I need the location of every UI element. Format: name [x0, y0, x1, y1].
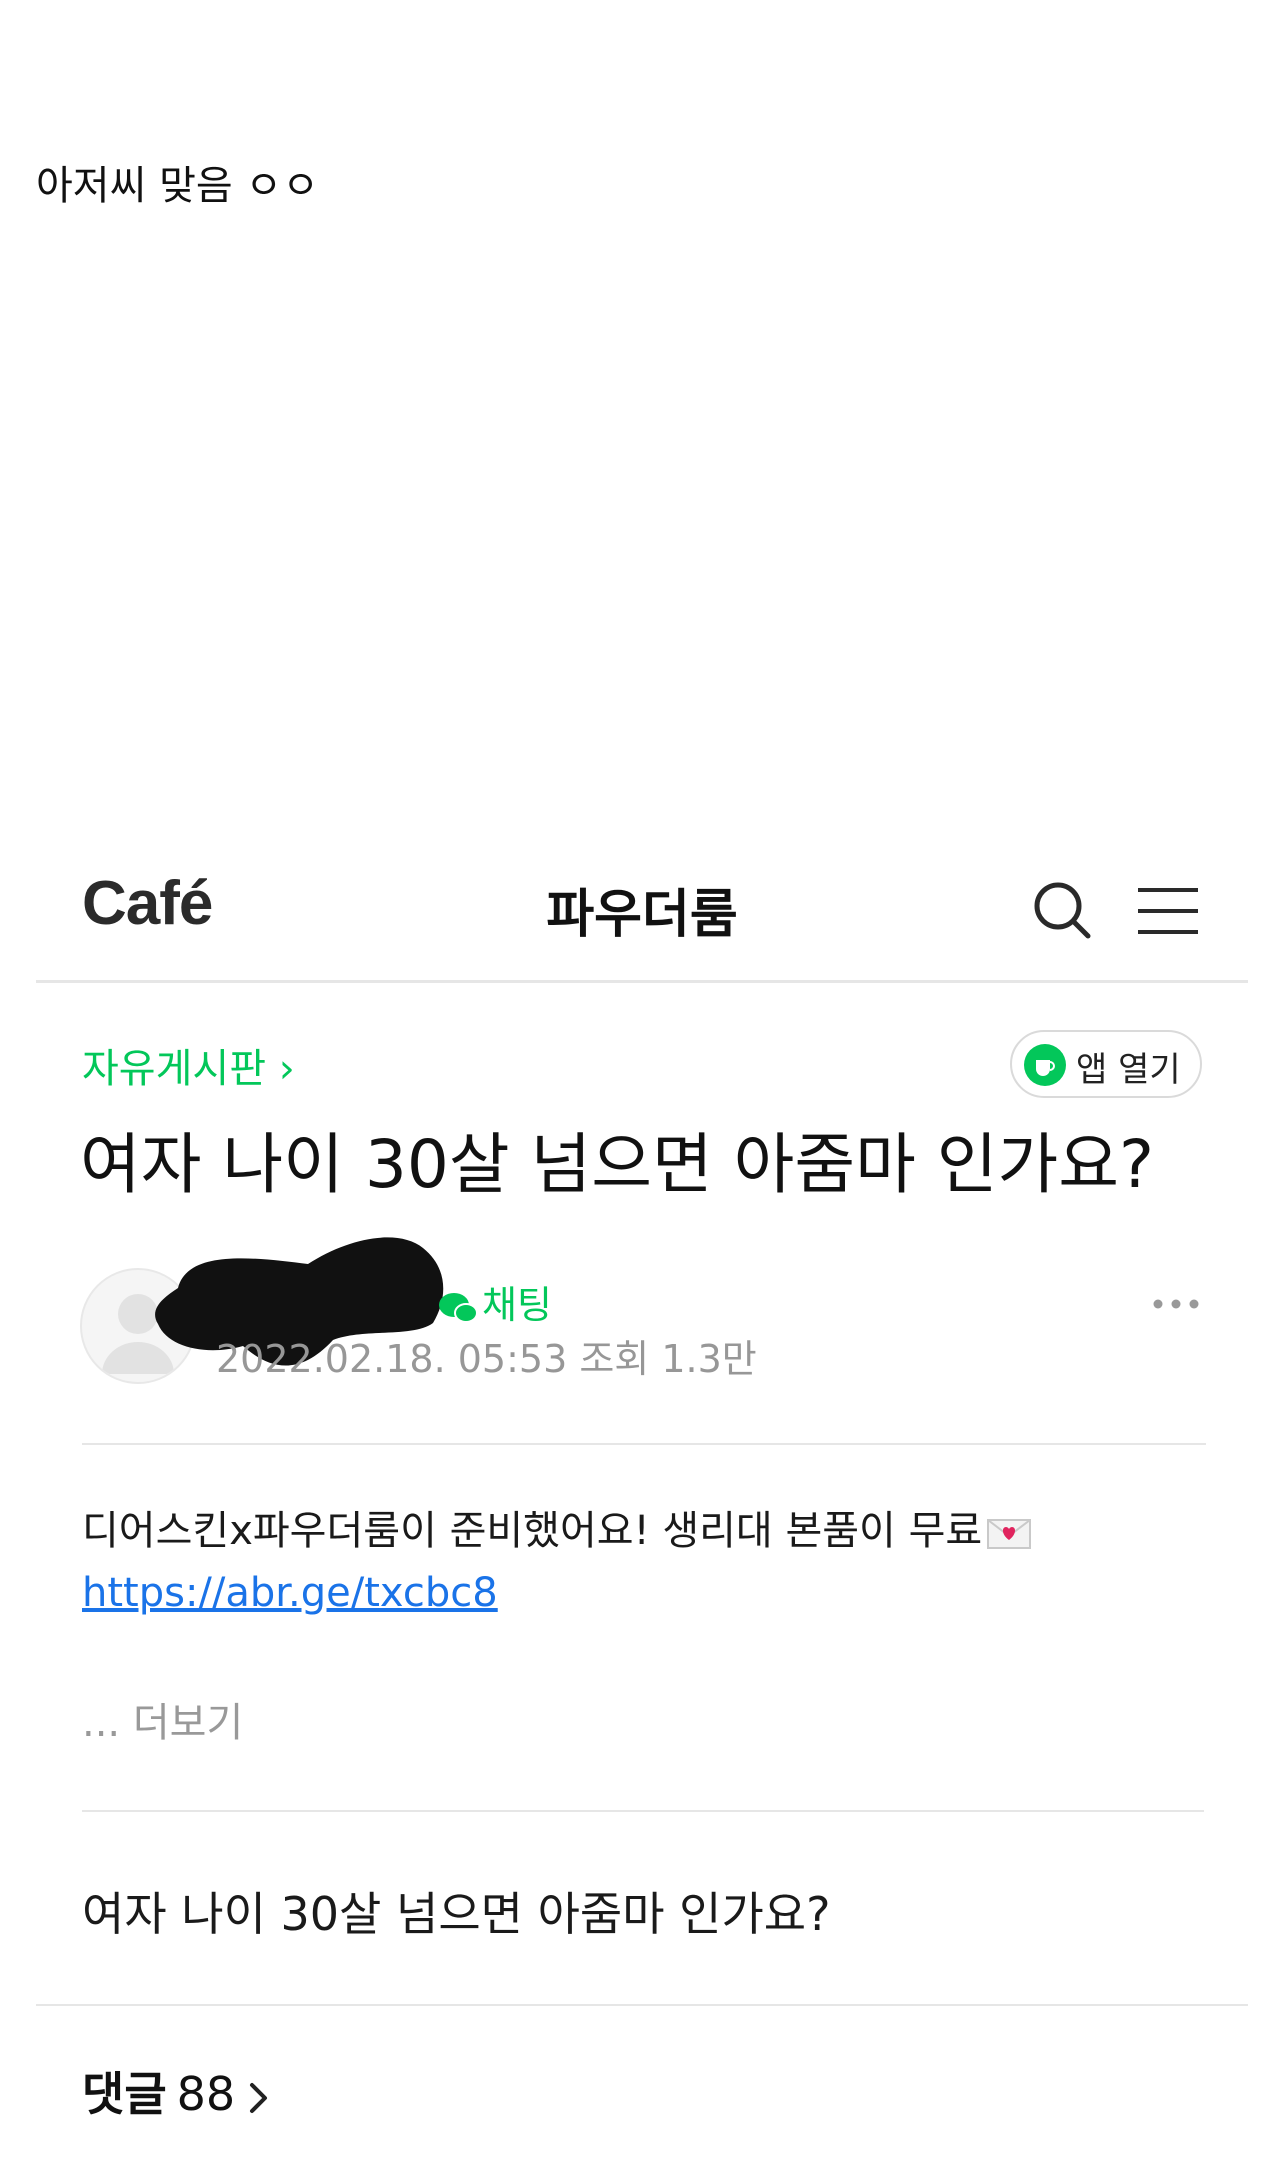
post-body: 여자 나이 30살 넘으면 아줌마 인가요?	[82, 1887, 831, 1941]
board-link[interactable]: 자유게시판 ›	[82, 1036, 295, 1094]
comments-link[interactable]: 댓글 88	[82, 2058, 271, 2124]
show-more-button[interactable]: ... 더보기	[82, 1690, 243, 1748]
chat-bubble-icon	[439, 1292, 478, 1323]
hamburger-menu-icon	[1138, 888, 1198, 934]
envelope-heart-icon	[987, 1519, 1032, 1549]
menu-button[interactable]	[1132, 876, 1204, 946]
chat-link[interactable]: 채팅	[438, 1274, 552, 1329]
promo-text: 디어스킨x파우더룸이 준비했어요! 생리대 본품이 무료	[82, 1508, 983, 1554]
post-meta: 2022.02.18. 05:53 조회 1.3만	[216, 1337, 757, 1381]
caption-text: 아저씨 맞음 ㅇㅇ	[36, 163, 320, 209]
cafe-app-icon	[1024, 1044, 1066, 1086]
more-options-button[interactable]	[1148, 1284, 1208, 1324]
comments-count: 88	[176, 2067, 236, 2121]
comments-label: 댓글	[82, 2067, 167, 2121]
divider	[36, 2004, 1248, 2006]
author-row: 채팅 2022.02.18. 05:53 조회 1.3만	[78, 1237, 1208, 1392]
open-app-button[interactable]: 앱 열기	[1010, 1030, 1202, 1098]
promo-block: 디어스킨x파우더룸이 준비했어요! 생리대 본품이 무료 https://abr…	[82, 1500, 1032, 1624]
search-icon	[1034, 882, 1091, 939]
search-button[interactable]	[1028, 876, 1098, 946]
open-app-label: 앱 열기	[1076, 1050, 1181, 1090]
promo-link[interactable]: https://abr.ge/txcbc8	[82, 1562, 1032, 1624]
divider	[82, 1443, 1206, 1445]
chat-label: 채팅	[482, 1283, 552, 1327]
chevron-right-icon	[250, 2082, 268, 2113]
cafe-header: Café 파우더룸	[36, 850, 1248, 983]
divider	[82, 1810, 1204, 1812]
more-dots-icon	[1153, 1299, 1199, 1309]
post-title: 여자 나이 30살 넘으면 아줌마 인가요?	[80, 1126, 1154, 1203]
